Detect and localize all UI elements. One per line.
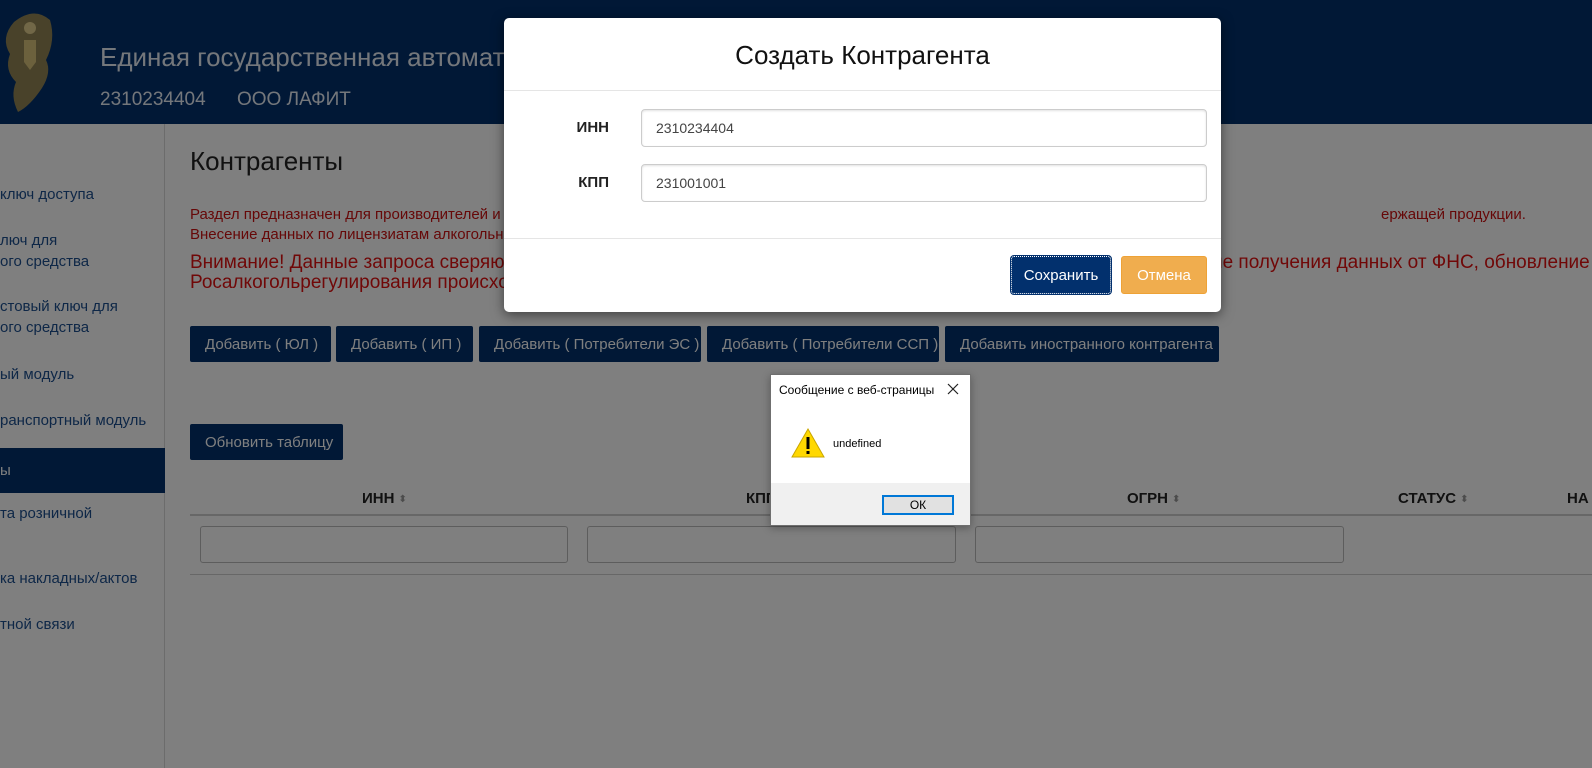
create-counterparty-modal: Создать Контрагента ИНН КПП Сохранить От… (504, 18, 1221, 312)
webpage-message-dialog: Сообщение с веб-страницы undefined ОК (770, 374, 971, 526)
warning-icon (791, 427, 825, 458)
dialog-message: undefined (833, 438, 882, 450)
save-button[interactable]: Сохранить (1010, 255, 1112, 295)
ok-button[interactable]: ОК (882, 495, 954, 515)
kpp-field[interactable] (641, 164, 1207, 202)
divider (504, 90, 1221, 91)
close-icon[interactable] (945, 381, 961, 397)
dialog-title: Сообщение с веб-страницы (779, 383, 935, 397)
cancel-button[interactable]: Отмена (1121, 256, 1207, 294)
modal-title: Создать Контрагента (735, 40, 990, 70)
inn-label: ИНН (576, 119, 609, 136)
dialog-footer: ОК (771, 483, 970, 525)
divider (504, 238, 1221, 239)
kpp-label: КПП (578, 174, 609, 191)
inn-field[interactable] (641, 109, 1207, 147)
